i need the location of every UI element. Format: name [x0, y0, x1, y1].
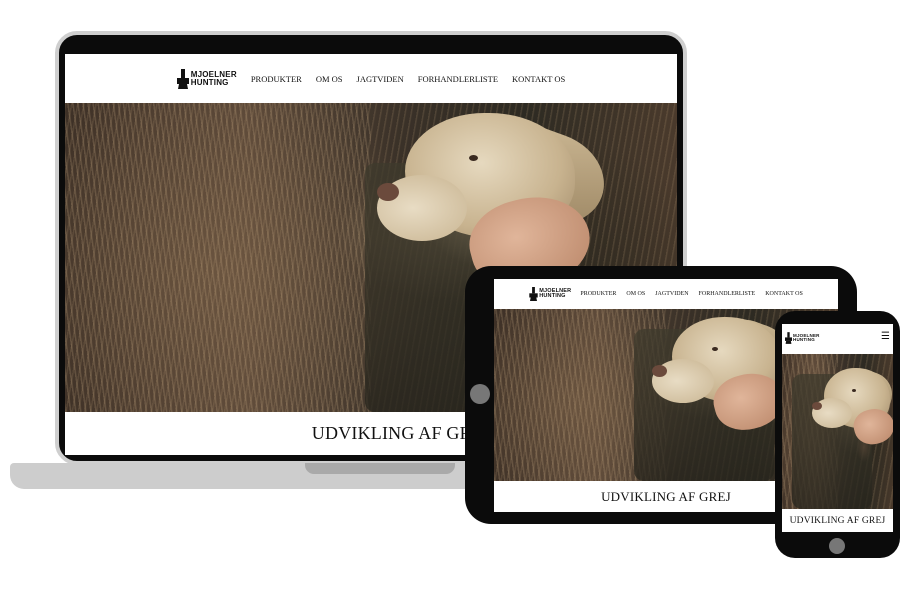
- nav-item-produkter[interactable]: PRODUKTER: [251, 74, 302, 84]
- brand-line-2: HUNTING: [190, 77, 229, 87]
- site-navbar: MJOELNER HUNTING PRODUKTER OM OS JAGTVID…: [65, 54, 677, 103]
- hammer-logo-icon: [529, 287, 538, 301]
- hero-heading: UDVIKLING AF GREJ: [311, 423, 491, 443]
- phone-hero-heading-band: UDVIKLING AF GREJ: [782, 509, 893, 532]
- tablet-home-button: [470, 384, 490, 404]
- phone-screen: MJOELNER HUNTING ☰ UDVIKLING AF GREJ: [782, 324, 893, 532]
- nav-item-produkter[interactable]: PRODUKTER: [580, 291, 616, 297]
- hamburger-menu-icon[interactable]: ☰: [881, 331, 890, 342]
- phone-site-logo[interactable]: MJOELNER HUNTING: [785, 332, 820, 344]
- nav-item-om-os[interactable]: OM OS: [626, 291, 645, 297]
- hammer-logo-icon: [785, 332, 792, 344]
- nav-item-forhandlerliste[interactable]: FORHANDLERLISTE: [418, 74, 498, 84]
- phone-hero-image: [782, 354, 893, 509]
- tablet-site-logo[interactable]: MJOELNER HUNTING: [529, 287, 571, 301]
- nav-links: PRODUKTER OM OS JAGTVIDEN FORHANDLERLIST…: [251, 74, 565, 84]
- hero-heading: UDVIKLING AF GREJ: [601, 488, 731, 504]
- hero-heading: UDVIKLING AF GREJ: [789, 515, 886, 526]
- nav-item-kontakt-os[interactable]: KONTAKT OS: [512, 74, 565, 84]
- nav-item-kontakt-os[interactable]: KONTAKT OS: [765, 291, 803, 297]
- nav-item-jagtviden[interactable]: JAGTVIDEN: [655, 291, 688, 297]
- nav-item-om-os[interactable]: OM OS: [316, 74, 343, 84]
- tablet-nav-links: PRODUKTER OM OS JAGTVIDEN FORHANDLERLIST…: [580, 291, 802, 297]
- nav-item-jagtviden[interactable]: JAGTVIDEN: [357, 74, 404, 84]
- hammer-logo-icon: [176, 68, 189, 89]
- brand-line-2: HUNTING: [793, 337, 815, 342]
- phone-navbar: MJOELNER HUNTING ☰: [782, 324, 893, 352]
- tablet-navbar: MJOELNER HUNTING PRODUKTER OM OS JAGTVID…: [494, 279, 838, 309]
- nav-item-forhandlerliste[interactable]: FORHANDLERLISTE: [699, 291, 756, 297]
- phone-home-button: [829, 538, 845, 554]
- laptop-trackpad-notch: [305, 463, 455, 474]
- site-logo[interactable]: MJOELNER HUNTING: [176, 68, 237, 89]
- brand-line-2: HUNTING: [539, 293, 566, 299]
